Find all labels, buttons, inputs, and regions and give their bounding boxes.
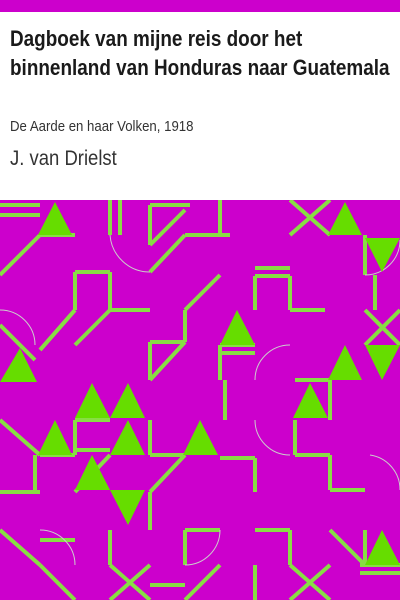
book-author: J. van Drielst	[10, 147, 117, 170]
top-accent-bar	[0, 0, 400, 12]
cover-pattern-graphic	[0, 200, 400, 600]
cover-pattern	[0, 200, 400, 600]
title-block: Dagboek van mijne reis door het binnenla…	[10, 24, 394, 82]
book-subtitle: De Aarde en haar Volken, 1918	[10, 118, 194, 135]
book-title: Dagboek van mijne reis door het binnenla…	[10, 26, 390, 80]
